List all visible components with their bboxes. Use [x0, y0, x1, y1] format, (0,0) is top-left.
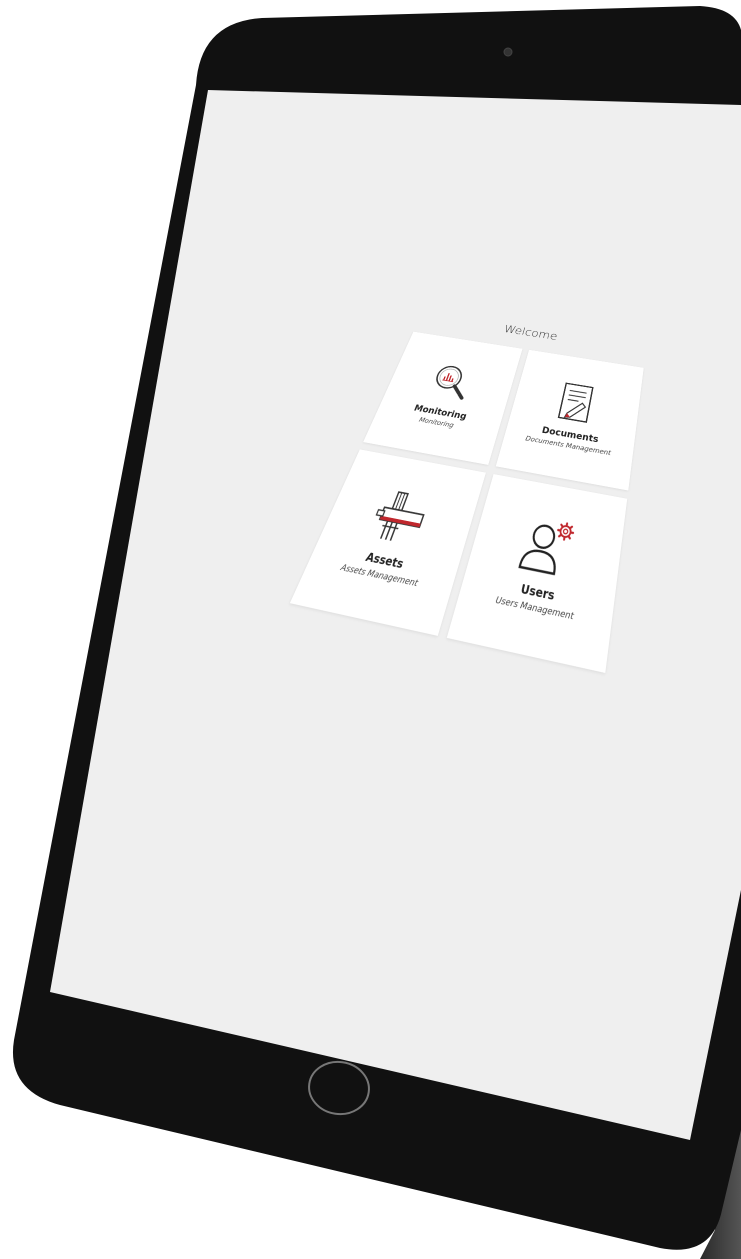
tile-documents[interactable]: Documents Documents Management	[495, 349, 644, 491]
product-photo: Welcome Monitoring Monitoring Documents …	[0, 0, 741, 1259]
app-home: Welcome Monitoring Monitoring Documents …	[220, 310, 650, 840]
tile-monitoring[interactable]: Monitoring Monitoring	[363, 331, 523, 465]
app-screen: Welcome Monitoring Monitoring Documents …	[0, 0, 741, 1259]
gear-icon	[557, 522, 575, 541]
machine-asset-icon	[364, 486, 435, 552]
user-settings-icon	[513, 513, 579, 583]
magnifier-chart-icon	[422, 359, 480, 406]
document-edit-icon	[549, 378, 603, 428]
